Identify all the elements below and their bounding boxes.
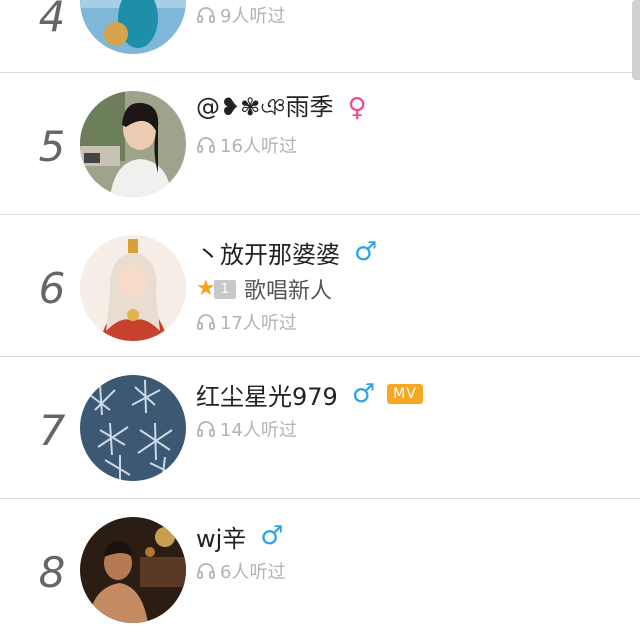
listen-count: 16人听过 <box>196 132 297 158</box>
rank-number: 8 <box>38 548 66 597</box>
listen-count: 6人听过 <box>196 558 285 584</box>
list-item[interactable]: 7 红尘星光979 ♂ MV 14人听过 <box>0 357 640 499</box>
listen-count-text: 9人听过 <box>220 6 286 27</box>
list-item[interactable]: 4 9人听过 <box>0 0 640 54</box>
user-name[interactable]: wj辛 <box>196 519 246 554</box>
avatar-image <box>80 517 186 623</box>
rank-number: 7 <box>38 406 66 455</box>
listen-count: 17人听过 <box>196 309 297 335</box>
level-title: 歌唱新人 <box>244 279 333 304</box>
avatar-image <box>80 375 186 481</box>
avatar[interactable] <box>80 0 186 54</box>
listen-count: 14人听过 <box>196 416 297 442</box>
mv-badge: MV <box>387 384 423 404</box>
user-name-line: @❥✾ঞ雨季 ♀ <box>196 91 367 125</box>
level-badge: ★ 1 歌唱新人 <box>196 274 333 305</box>
male-icon: ♂ <box>351 379 376 409</box>
listen-count: 9人听过 <box>196 2 285 28</box>
user-name[interactable]: @❥✾ঞ雨季 <box>196 87 334 129</box>
listen-count-text: 6人听过 <box>220 562 286 583</box>
male-icon: ♂ <box>354 237 378 267</box>
user-name[interactable]: 红尘星光979 <box>196 377 338 412</box>
rank-number: 5 <box>38 122 66 171</box>
headphone-icon <box>197 421 215 437</box>
star-icon: ★ <box>196 276 216 301</box>
male-icon: ♂ <box>260 521 284 551</box>
user-name-line: 丶放开那婆婆 ♂ <box>196 235 377 269</box>
level-number: 1 <box>213 279 237 299</box>
list-item[interactable]: 5 @❥✾ঞ雨季 ♀ 16人听过 <box>0 73 640 215</box>
list-item[interactable]: 6 丶放开那婆婆 ♂ ★ 1 歌唱新人 17人听过 <box>0 215 640 357</box>
rank-number: 6 <box>38 264 66 313</box>
avatar-image <box>80 235 186 341</box>
headphone-icon <box>197 563 215 579</box>
avatar[interactable] <box>80 375 186 481</box>
avatar-image <box>80 91 186 197</box>
headphone-icon <box>197 314 215 330</box>
headphone-icon <box>197 7 215 23</box>
user-name-line: 红尘星光979 ♂ MV <box>196 377 423 411</box>
headphone-icon <box>197 137 215 153</box>
rank-number: 4 <box>38 0 66 41</box>
listen-count-text: 14人听过 <box>220 420 297 441</box>
avatar[interactable] <box>80 91 186 197</box>
avatar-image <box>80 0 186 54</box>
female-icon: ♀ <box>347 93 367 123</box>
scrollbar[interactable] <box>632 0 640 80</box>
listen-count-text: 17人听过 <box>220 313 297 334</box>
user-name-line: wj辛 ♂ <box>196 519 284 553</box>
user-name[interactable]: 丶放开那婆婆 <box>196 235 340 270</box>
list-item[interactable]: 8 wj辛 ♂ 6人听过 <box>0 499 640 640</box>
avatar[interactable] <box>80 235 186 341</box>
listen-count-text: 16人听过 <box>220 136 297 157</box>
ranking-list: 4 9人听过 5 @❥✾ঞ雨季 ♀ 16人听过 6 丶放开那婆婆 ♂ ★ 1 歌… <box>0 0 640 640</box>
avatar[interactable] <box>80 517 186 623</box>
